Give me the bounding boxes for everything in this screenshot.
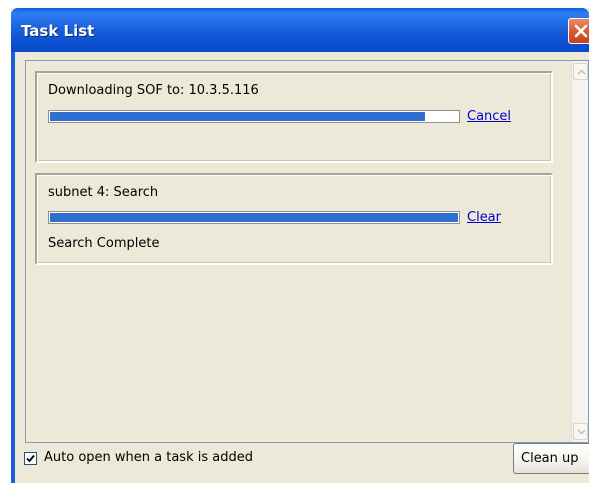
progress-fill: [50, 213, 458, 222]
auto-open-checkbox[interactable]: [24, 452, 37, 465]
window-frame-left: [11, 52, 15, 483]
task-name: Downloading SOF to: 10.3.5.116: [48, 83, 259, 98]
scroll-down-button[interactable]: [573, 423, 588, 440]
scroll-up-icon: [577, 69, 586, 75]
clean-up-button[interactable]: Clean up: [513, 443, 589, 474]
task-name: subnet 4: Search: [48, 185, 159, 200]
cancel-link[interactable]: Cancel: [467, 109, 511, 124]
close-button[interactable]: [568, 18, 589, 44]
title-bar[interactable]: Task List: [11, 8, 589, 52]
clear-link[interactable]: Clear: [467, 210, 501, 225]
auto-open-label: Auto open when a task is added: [44, 450, 253, 465]
task-status: Search Complete: [48, 236, 160, 251]
clean-up-label: Clean up: [521, 451, 579, 466]
task-list-pane: Downloading SOF to: 10.3.5.116 Cancel su…: [25, 60, 589, 443]
task-list-window: Task List Downloading SOF to: 10.3.5.116…: [11, 8, 589, 483]
scroll-down-icon: [577, 429, 586, 435]
checkmark-icon: [26, 454, 35, 463]
task-item-download: Downloading SOF to: 10.3.5.116 Cancel: [35, 71, 553, 163]
progress-fill: [50, 112, 426, 121]
task-progress-bar: [48, 110, 460, 123]
window-title: Task List: [21, 22, 95, 40]
vertical-scrollbar[interactable]: [571, 61, 588, 442]
task-item-search: subnet 4: Search Clear Search Complete: [35, 173, 553, 265]
scroll-up-button[interactable]: [573, 63, 588, 80]
task-progress-bar: [48, 211, 460, 224]
close-icon: [574, 24, 588, 38]
